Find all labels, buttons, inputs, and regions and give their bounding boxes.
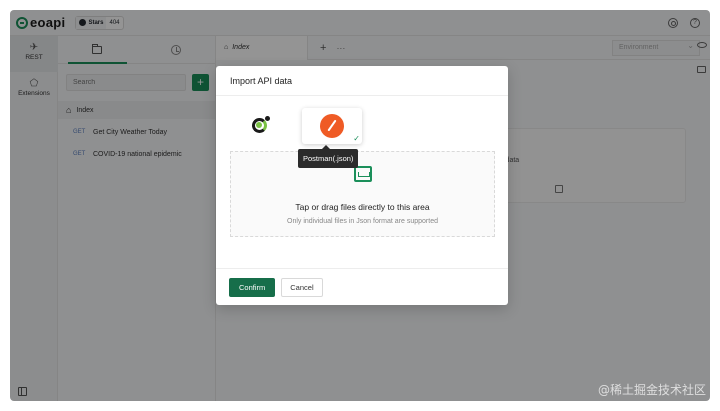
import-source-options: ✓: [230, 108, 362, 144]
drop-title: Tap or drag files directly to this area: [295, 202, 430, 212]
postman-tooltip: Postman(.json): [298, 145, 359, 168]
source-postman[interactable]: ✓: [302, 108, 362, 144]
modal-footer: Confirm Cancel: [216, 268, 508, 305]
source-eoapi[interactable]: [230, 108, 290, 144]
drop-hint: Only individual files in Json format are…: [287, 218, 438, 225]
file-drop-zone[interactable]: Tap or drag files directly to this area …: [230, 151, 495, 237]
check-icon: ✓: [353, 134, 360, 143]
inbox-icon: [354, 166, 372, 182]
confirm-button[interactable]: Confirm: [229, 277, 276, 297]
postman-icon: [320, 114, 344, 138]
watermark: @稀土掘金技术社区: [597, 383, 706, 397]
import-api-modal: Import API data ✓ Tap or drag files dire…: [216, 66, 508, 305]
eoapi-source-icon: [249, 115, 271, 137]
modal-title: Import API data: [216, 66, 508, 96]
cancel-button[interactable]: Cancel: [281, 277, 323, 297]
